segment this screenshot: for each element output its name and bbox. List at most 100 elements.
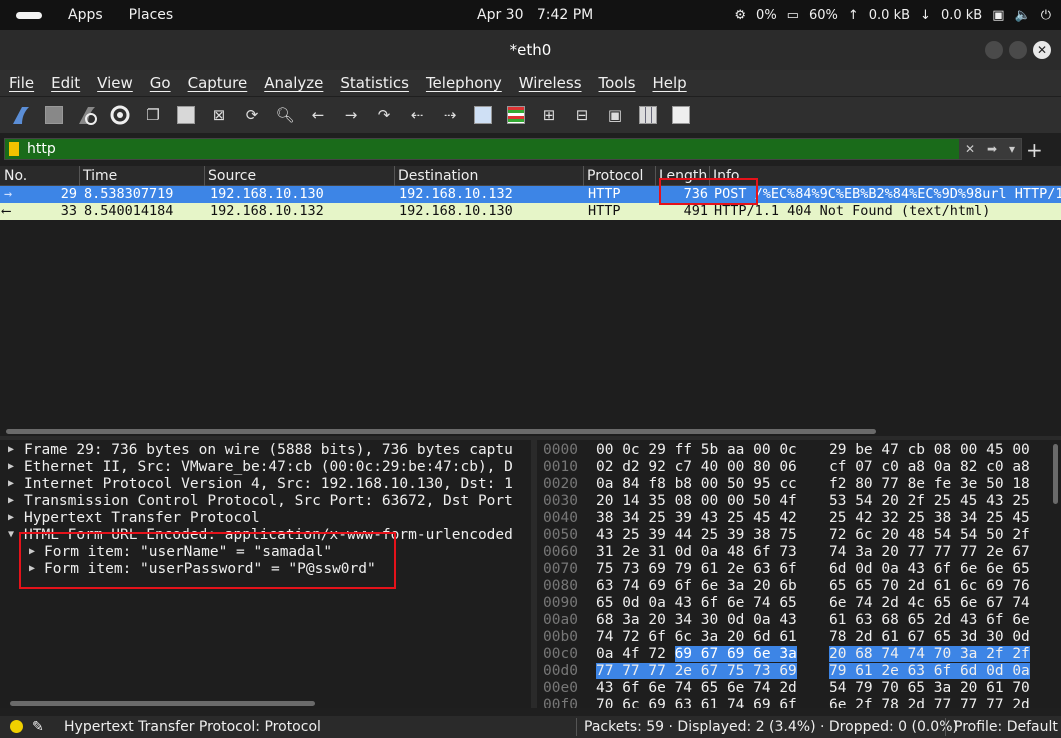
column-protocol[interactable]: Protocol	[587, 168, 643, 184]
edit-comment-icon[interactable]: ✎	[32, 719, 44, 735]
upload-icon: ↑	[847, 7, 859, 23]
save-file-icon[interactable]	[173, 102, 199, 128]
start-capture-icon[interactable]	[8, 102, 34, 128]
window-title-bar: *eth0 ✕	[0, 30, 1061, 70]
zoom-out-icon[interactable]: ⊟	[569, 102, 595, 128]
packet-no: 29	[60, 186, 77, 202]
go-to-packet-icon[interactable]: ↷	[371, 102, 397, 128]
menu-go[interactable]: Go	[141, 74, 179, 92]
minimize-button[interactable]	[985, 41, 1003, 59]
response-arrow-icon: ⟵	[2, 203, 11, 219]
packet-no: 33	[60, 203, 77, 219]
menu-telephony[interactable]: Telephony	[417, 74, 510, 92]
maximize-button[interactable]	[1009, 41, 1027, 59]
collapse-arrow-icon[interactable]: ▼	[8, 529, 14, 540]
packet-row[interactable]: → 29 8.538307719 192.168.10.130 192.168.…	[0, 186, 1061, 203]
download-icon: ↓	[920, 7, 931, 23]
expert-info-icon[interactable]	[10, 720, 23, 733]
activities-icon[interactable]	[16, 11, 42, 19]
menu-help[interactable]: Help	[643, 74, 694, 92]
hex-scrollbar[interactable]	[1053, 444, 1058, 504]
packet-info: HTTP/1.1 404 Not Found (text/html)	[714, 203, 991, 219]
time-text: 7:42 PM	[536, 7, 594, 23]
memory-value: 60%	[808, 7, 838, 23]
packet-list: No. Time Source Destination Protocol Len…	[0, 166, 1061, 436]
packet-destination: 192.168.10.130	[399, 203, 513, 219]
system-top-bar: Apps Places Apr 30 7:42 PM ⚙ 0% ▭ 60% ↑ …	[0, 0, 1061, 30]
last-packet-icon[interactable]: ⇢	[437, 102, 463, 128]
resize-columns-icon[interactable]	[635, 102, 661, 128]
memory-icon: ▭	[786, 7, 799, 23]
packet-length: 491	[683, 203, 708, 219]
reload-file-icon[interactable]: ⟳	[239, 102, 265, 128]
menu-wireless[interactable]: Wireless	[510, 74, 590, 92]
autoscroll-icon[interactable]	[470, 102, 496, 128]
find-packet-icon[interactable]: 🔍︎	[272, 102, 298, 128]
packet-source: 192.168.10.130	[210, 186, 324, 202]
bookmark-icon[interactable]	[9, 142, 19, 156]
close-button[interactable]: ✕	[1033, 41, 1051, 59]
menu-capture[interactable]: Capture	[179, 74, 256, 92]
expand-arrow-icon[interactable]: ▶	[8, 461, 14, 472]
capture-options-icon[interactable]	[107, 102, 133, 128]
column-source[interactable]: Source	[208, 168, 256, 184]
packet-bytes: 0000 00 0c 29 ff 5b aa 00 0c 29 be 47 cb 0…	[537, 440, 1061, 708]
clear-filter-icon[interactable]: ✕	[965, 142, 975, 156]
download-value: 0.0 kB	[940, 7, 983, 23]
restart-capture-icon[interactable]	[74, 102, 100, 128]
date-text: Apr 30	[477, 7, 524, 23]
packet-source: 192.168.10.132	[210, 203, 324, 219]
packet-time: 8.538307719	[84, 186, 174, 202]
menu-statistics[interactable]: Statistics	[331, 74, 417, 92]
open-file-icon[interactable]: ❐	[140, 102, 166, 128]
column-no[interactable]: No.	[4, 168, 27, 184]
colorize-icon[interactable]	[503, 102, 529, 128]
packet-row[interactable]: ⟵ 33 8.540014184 192.168.10.132 192.168.…	[0, 203, 1061, 220]
display-filter-input[interactable]: http	[27, 141, 56, 157]
packet-protocol: HTTP	[588, 203, 621, 219]
system-indicators: ⚙ 0% ▭ 60% ↑ 0.0 kB ↓ 0.0 kB ▣ 🔈 ⏻	[730, 0, 1061, 30]
power-icon[interactable]: ⏻	[1041, 8, 1051, 23]
places-menu[interactable]: Places	[129, 7, 174, 23]
volume-icon[interactable]: 🔈	[1015, 8, 1031, 23]
go-back-icon[interactable]: ←	[305, 102, 331, 128]
expand-arrow-icon[interactable]: ▶	[8, 478, 14, 489]
zoom-in-icon[interactable]: ⊞	[536, 102, 562, 128]
menu-analyze[interactable]: Analyze	[255, 74, 331, 92]
request-arrow-icon: →	[4, 186, 13, 202]
status-field-text: Hypertext Transfer Protocol: Protocol	[64, 719, 321, 735]
packet-info: POST /%EC%84%9C%EB%B2%84%EC%9D%98url HTT…	[714, 186, 1061, 202]
menu-edit[interactable]: Edit	[42, 74, 88, 92]
menu-bar: File Edit View Go Capture Analyze Statis…	[0, 70, 1061, 96]
apply-filter-icon[interactable]: ➡	[987, 142, 997, 156]
first-packet-icon[interactable]: ⇠	[404, 102, 430, 128]
go-forward-icon[interactable]: →	[338, 102, 364, 128]
column-time[interactable]: Time	[83, 168, 117, 184]
add-filter-button-icon[interactable]: +	[1026, 138, 1043, 162]
close-file-icon[interactable]: ⊠	[206, 102, 232, 128]
column-destination[interactable]: Destination	[398, 168, 478, 184]
expand-arrow-icon[interactable]: ▶	[8, 444, 14, 455]
packet-destination: 192.168.10.132	[399, 186, 513, 202]
status-profile-text[interactable]: Profile: Default	[954, 719, 1058, 735]
apps-menu[interactable]: Apps	[68, 7, 103, 23]
details-scrollbar[interactable]	[10, 701, 315, 706]
menu-file[interactable]: File	[0, 74, 42, 92]
packet-time: 8.540014184	[84, 203, 174, 219]
packet-list-header: No. Time Source Destination Protocol Len…	[0, 166, 1061, 186]
menu-tools[interactable]: Tools	[590, 74, 644, 92]
stop-capture-icon[interactable]	[41, 102, 67, 128]
layout-icon[interactable]	[668, 102, 694, 128]
normal-size-icon[interactable]: ▣	[602, 102, 628, 128]
cpu-icon: ⚙	[734, 7, 747, 23]
filter-history-icon[interactable]: ▾	[1009, 142, 1015, 156]
status-bar: ✎ Hypertext Transfer Protocol: Protocol …	[0, 716, 1061, 738]
main-toolbar: ❐ ⊠ ⟳ 🔍︎ ← → ↷ ⇠ ⇢ ⊞ ⊟ ▣	[0, 97, 1061, 133]
expand-arrow-icon[interactable]: ▶	[8, 495, 14, 506]
clock[interactable]: Apr 30 7:42 PM	[477, 7, 593, 23]
expand-arrow-icon[interactable]: ▶	[8, 512, 14, 523]
window-title: *eth0	[509, 41, 552, 59]
menu-view[interactable]: View	[88, 74, 141, 92]
screen-icon[interactable]: ▣	[992, 8, 1004, 23]
packet-list-scrollbar[interactable]	[6, 429, 876, 434]
